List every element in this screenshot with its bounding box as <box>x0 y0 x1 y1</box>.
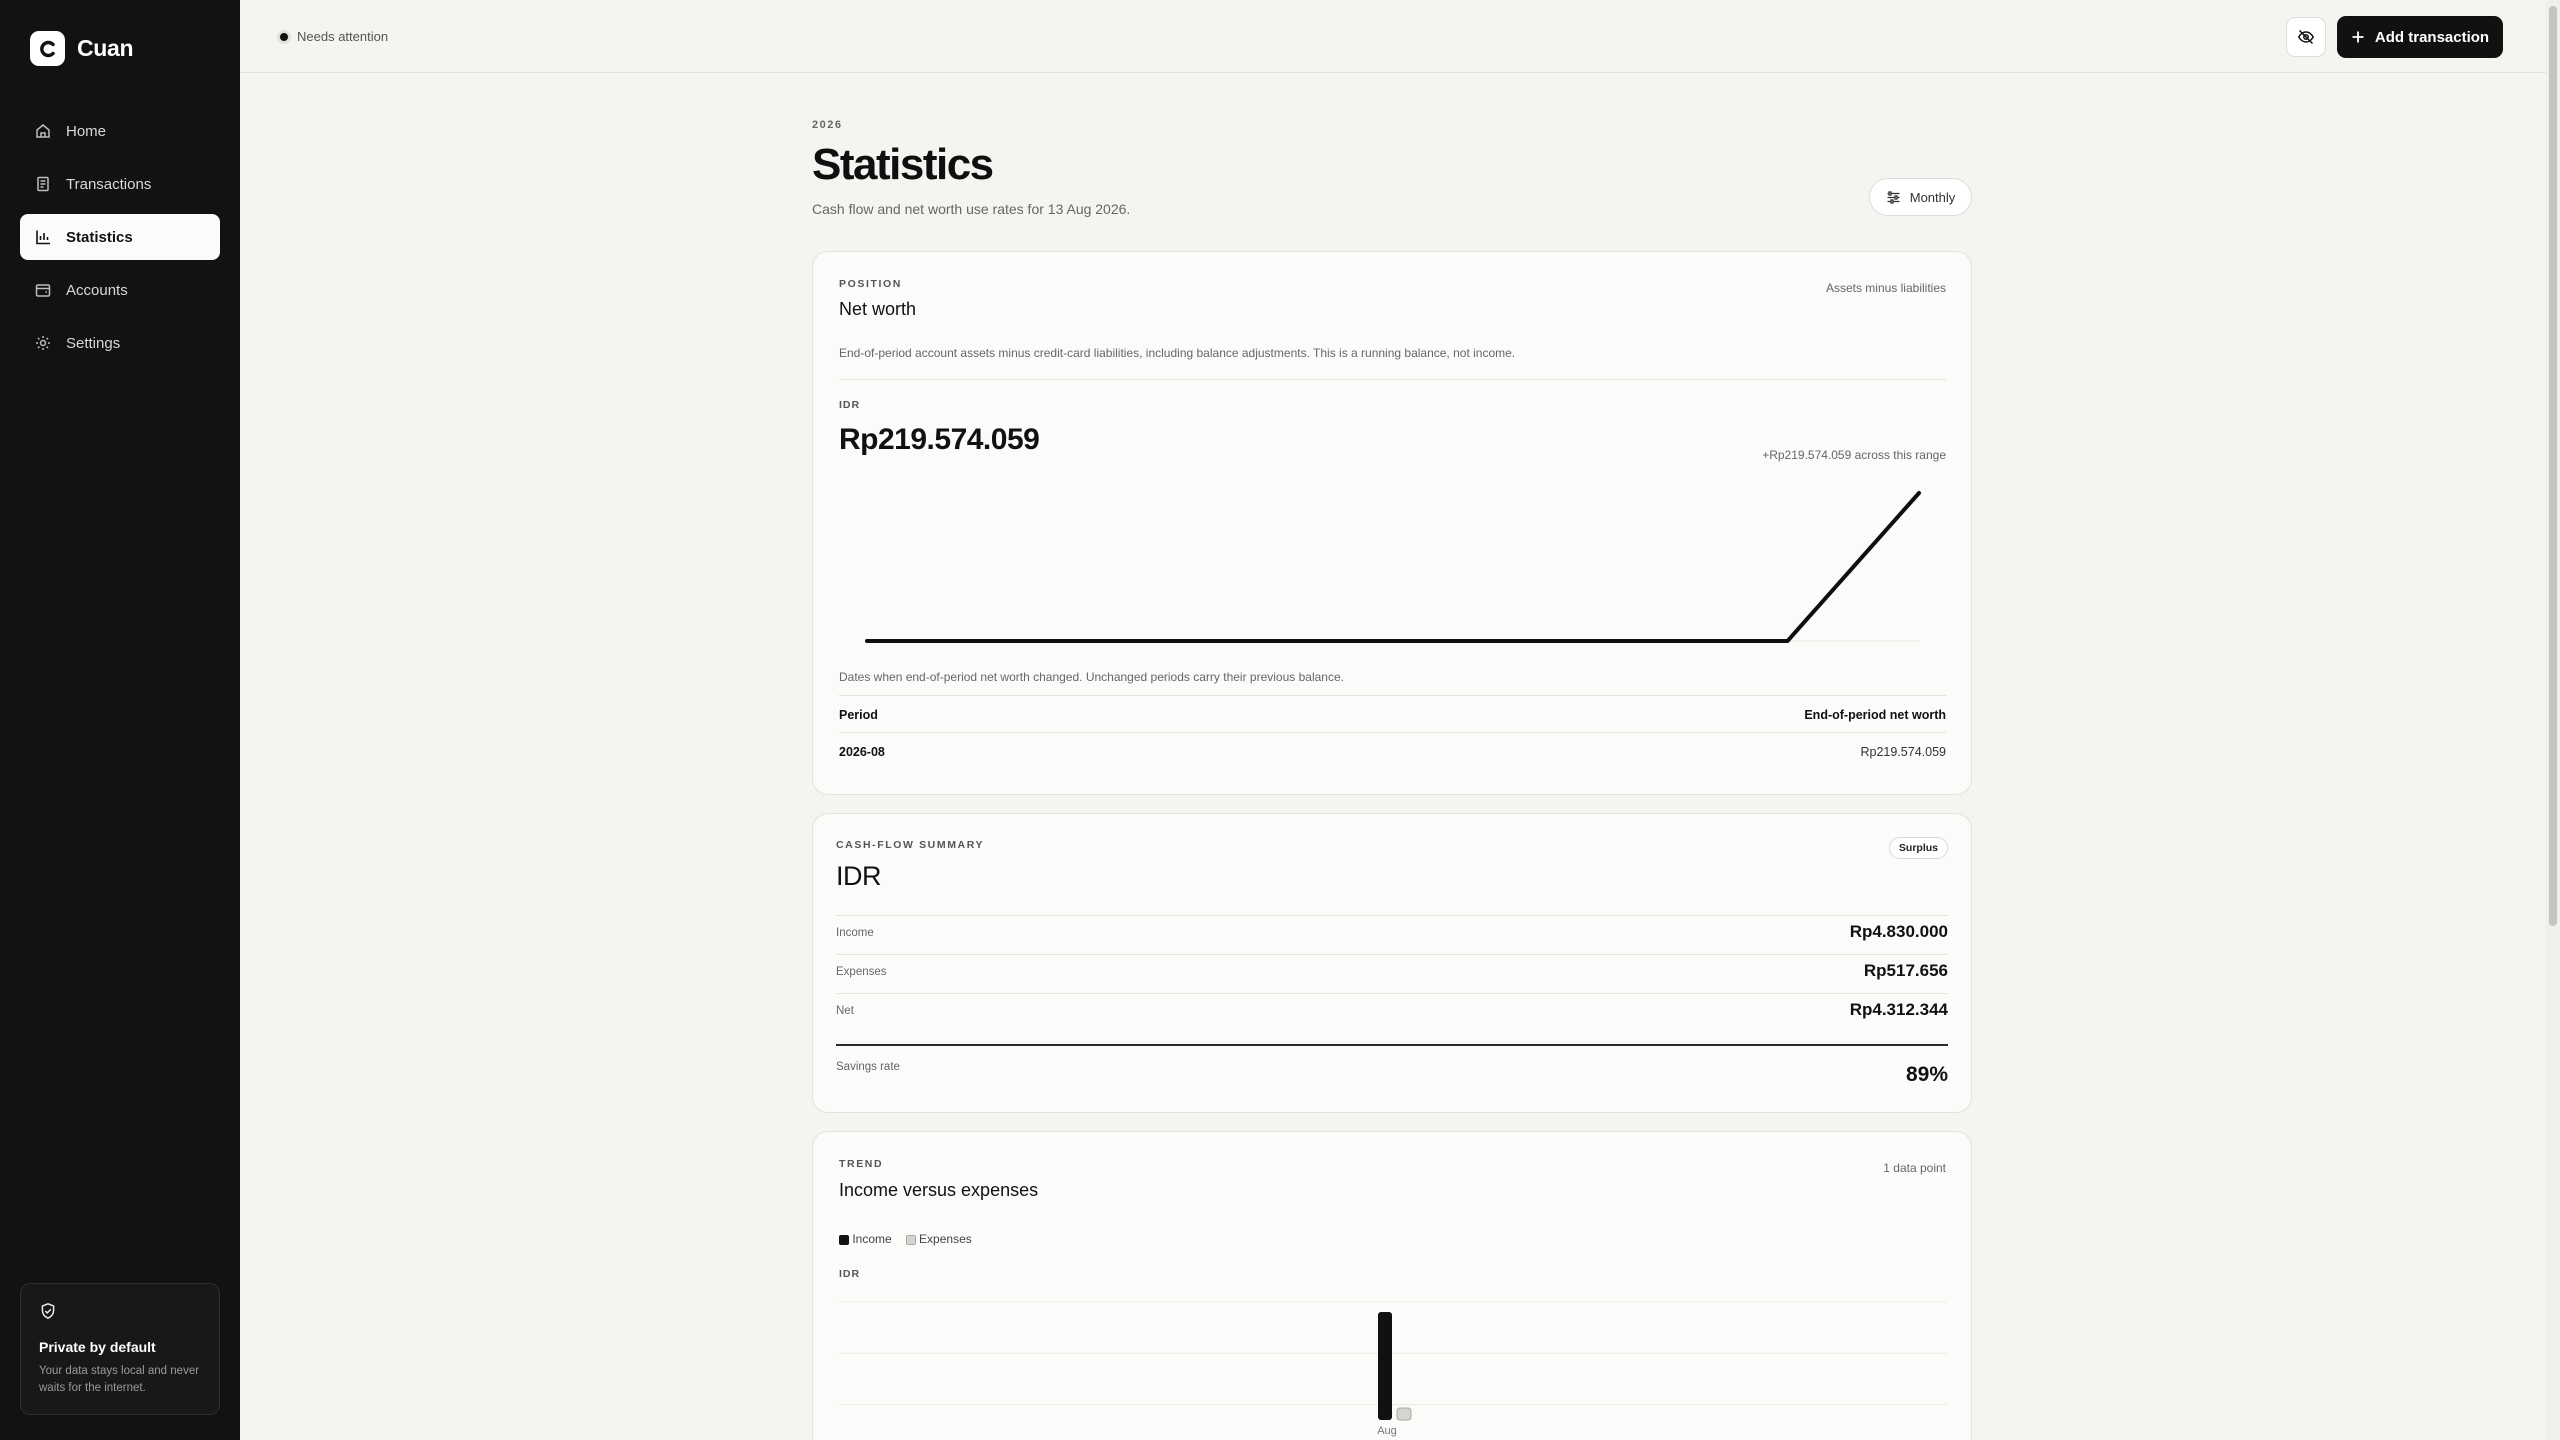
page-subtitle: Cash flow and net worth use rates for 13… <box>812 201 1131 217</box>
net-worth-title: Net worth <box>839 299 917 319</box>
sidebar-item-label: Settings <box>66 334 121 352</box>
privacy-title: Private by default <box>39 1339 156 1355</box>
app-logo-icon <box>30 31 65 66</box>
status-text: Needs attention <box>297 29 389 44</box>
sidebar-item-accounts[interactable]: Accounts <box>20 267 220 313</box>
privacy-card: Private by default Your data stays local… <box>20 1283 220 1415</box>
cash-flow-title: IDR <box>836 861 882 891</box>
net-worth-note: Dates when end-of-period net worth chang… <box>839 670 1344 684</box>
status-indicator[interactable]: Needs attention <box>280 29 388 44</box>
sidebar-item-settings[interactable]: Settings <box>20 320 220 366</box>
bar-income[interactable] <box>1378 1312 1392 1420</box>
period-select-button[interactable]: Monthly <box>1869 178 1972 216</box>
chart-gridlines <box>839 1301 1947 1406</box>
period-label: Monthly <box>1909 189 1956 205</box>
net-worth-currency: IDR <box>839 399 861 411</box>
legend-swatch <box>905 1234 916 1245</box>
trend-legend: Income Expenses <box>839 1232 972 1246</box>
wallet-icon <box>35 284 51 297</box>
scrollbar-thumb[interactable] <box>2549 6 2557 926</box>
app-name: Cuan <box>77 35 134 61</box>
divider <box>836 915 1948 916</box>
divider <box>839 732 1946 733</box>
cash-flow-eyebrow: CASH-FLOW SUMMARY <box>836 839 985 851</box>
bar-expenses[interactable] <box>1396 1407 1412 1421</box>
net-worth-description: End-of-period account assets minus credi… <box>839 346 1516 360</box>
gear-icon <box>36 336 50 350</box>
legend-label: Income <box>852 1232 892 1246</box>
legend-swatch <box>839 1234 849 1245</box>
add-transaction-button[interactable]: Add transaction <box>2337 16 2503 58</box>
sidebar: Cuan Home Transactions Statistics Accoun… <box>0 0 240 1440</box>
savings-rate-value: 89% <box>1905 1063 1948 1086</box>
sidebar-item-label: Home <box>66 122 107 140</box>
bar-chart-icon <box>36 230 50 245</box>
table-cell-value: Rp219.574.059 <box>1860 745 1947 759</box>
privacy-text: Your data stays local and never waits fo… <box>39 1365 200 1394</box>
page-year: 2026 <box>812 119 843 131</box>
table-header-value: End-of-period net worth <box>1804 708 1946 722</box>
savings-rate-label: Savings rate <box>836 1061 900 1073</box>
receipt-icon <box>37 176 49 192</box>
shield-check-icon <box>41 1302 55 1320</box>
income-expenses-bar-chart: Aug <box>839 1301 1947 1437</box>
income-label: Income <box>836 927 874 939</box>
page-title: Statistics <box>812 140 994 189</box>
net-worth-line-chart <box>865 491 1921 643</box>
plus-icon <box>2352 31 2364 43</box>
scrollbar[interactable] <box>2546 0 2560 1440</box>
legend-item-income[interactable]: Income <box>839 1232 892 1246</box>
income-value: Rp4.830.000 <box>1849 922 1948 941</box>
divider-strong <box>836 1044 1948 1046</box>
legend-label: Expenses <box>919 1232 972 1246</box>
net-worth-change: +Rp219.574.059 across this range <box>1762 448 1946 462</box>
legend-item-expenses[interactable]: Expenses <box>905 1232 972 1246</box>
trend-count: 1 data point <box>1883 1161 1946 1175</box>
net-worth-card: POSITION Net worth Assets minus liabilit… <box>812 251 1972 795</box>
divider <box>839 379 1946 380</box>
sidebar-item-transactions[interactable]: Transactions <box>20 161 220 207</box>
add-transaction-label: Add transaction <box>2374 28 2490 46</box>
trend-title: Income versus expenses <box>839 1180 1039 1200</box>
sidebar-item-home[interactable]: Home <box>20 108 220 154</box>
surplus-badge: Surplus <box>1888 837 1948 859</box>
eye-off-icon <box>2297 29 2315 45</box>
cash-flow-card: CASH-FLOW SUMMARY IDR Surplus Income Rp4… <box>812 813 1972 1113</box>
net-worth-tag: Assets minus liabilities <box>1825 281 1946 295</box>
trend-axis-label: IDR <box>839 1268 861 1280</box>
x-tick-label: Aug <box>1377 1425 1397 1437</box>
sidebar-item-label: Statistics <box>66 228 133 246</box>
trend-card: TREND Income versus expenses 1 data poin… <box>812 1131 1972 1440</box>
divider <box>839 695 1946 696</box>
trend-eyebrow: TREND <box>839 1158 884 1170</box>
expenses-value: Rp517.656 <box>1863 961 1948 980</box>
status-dot-icon <box>280 32 288 41</box>
chart-bars: Aug <box>1377 1312 1412 1437</box>
net-value: Rp4.312.344 <box>1849 1000 1948 1019</box>
net-worth-eyebrow: POSITION <box>839 278 902 290</box>
brand[interactable]: Cuan <box>30 31 134 66</box>
sliders-icon <box>1887 190 1900 204</box>
sidebar-item-statistics[interactable]: Statistics <box>20 214 220 260</box>
net-worth-value: Rp219.574.059 <box>839 423 1040 456</box>
divider <box>836 993 1948 994</box>
sidebar-item-label: Transactions <box>66 175 152 193</box>
hide-amounts-button[interactable] <box>2286 17 2326 57</box>
home-icon <box>36 124 50 138</box>
topbar: Needs attention Add transaction <box>240 0 2546 73</box>
divider <box>836 954 1948 955</box>
sidebar-item-label: Accounts <box>66 281 128 299</box>
sidebar-nav: Home Transactions Statistics Accounts Se… <box>20 108 220 373</box>
expenses-label: Expenses <box>836 966 887 978</box>
table-header-period: Period <box>839 708 878 722</box>
net-label: Net <box>836 1005 854 1017</box>
table-cell-period: 2026-08 <box>839 745 885 759</box>
net-worth-series-line <box>865 491 1921 643</box>
